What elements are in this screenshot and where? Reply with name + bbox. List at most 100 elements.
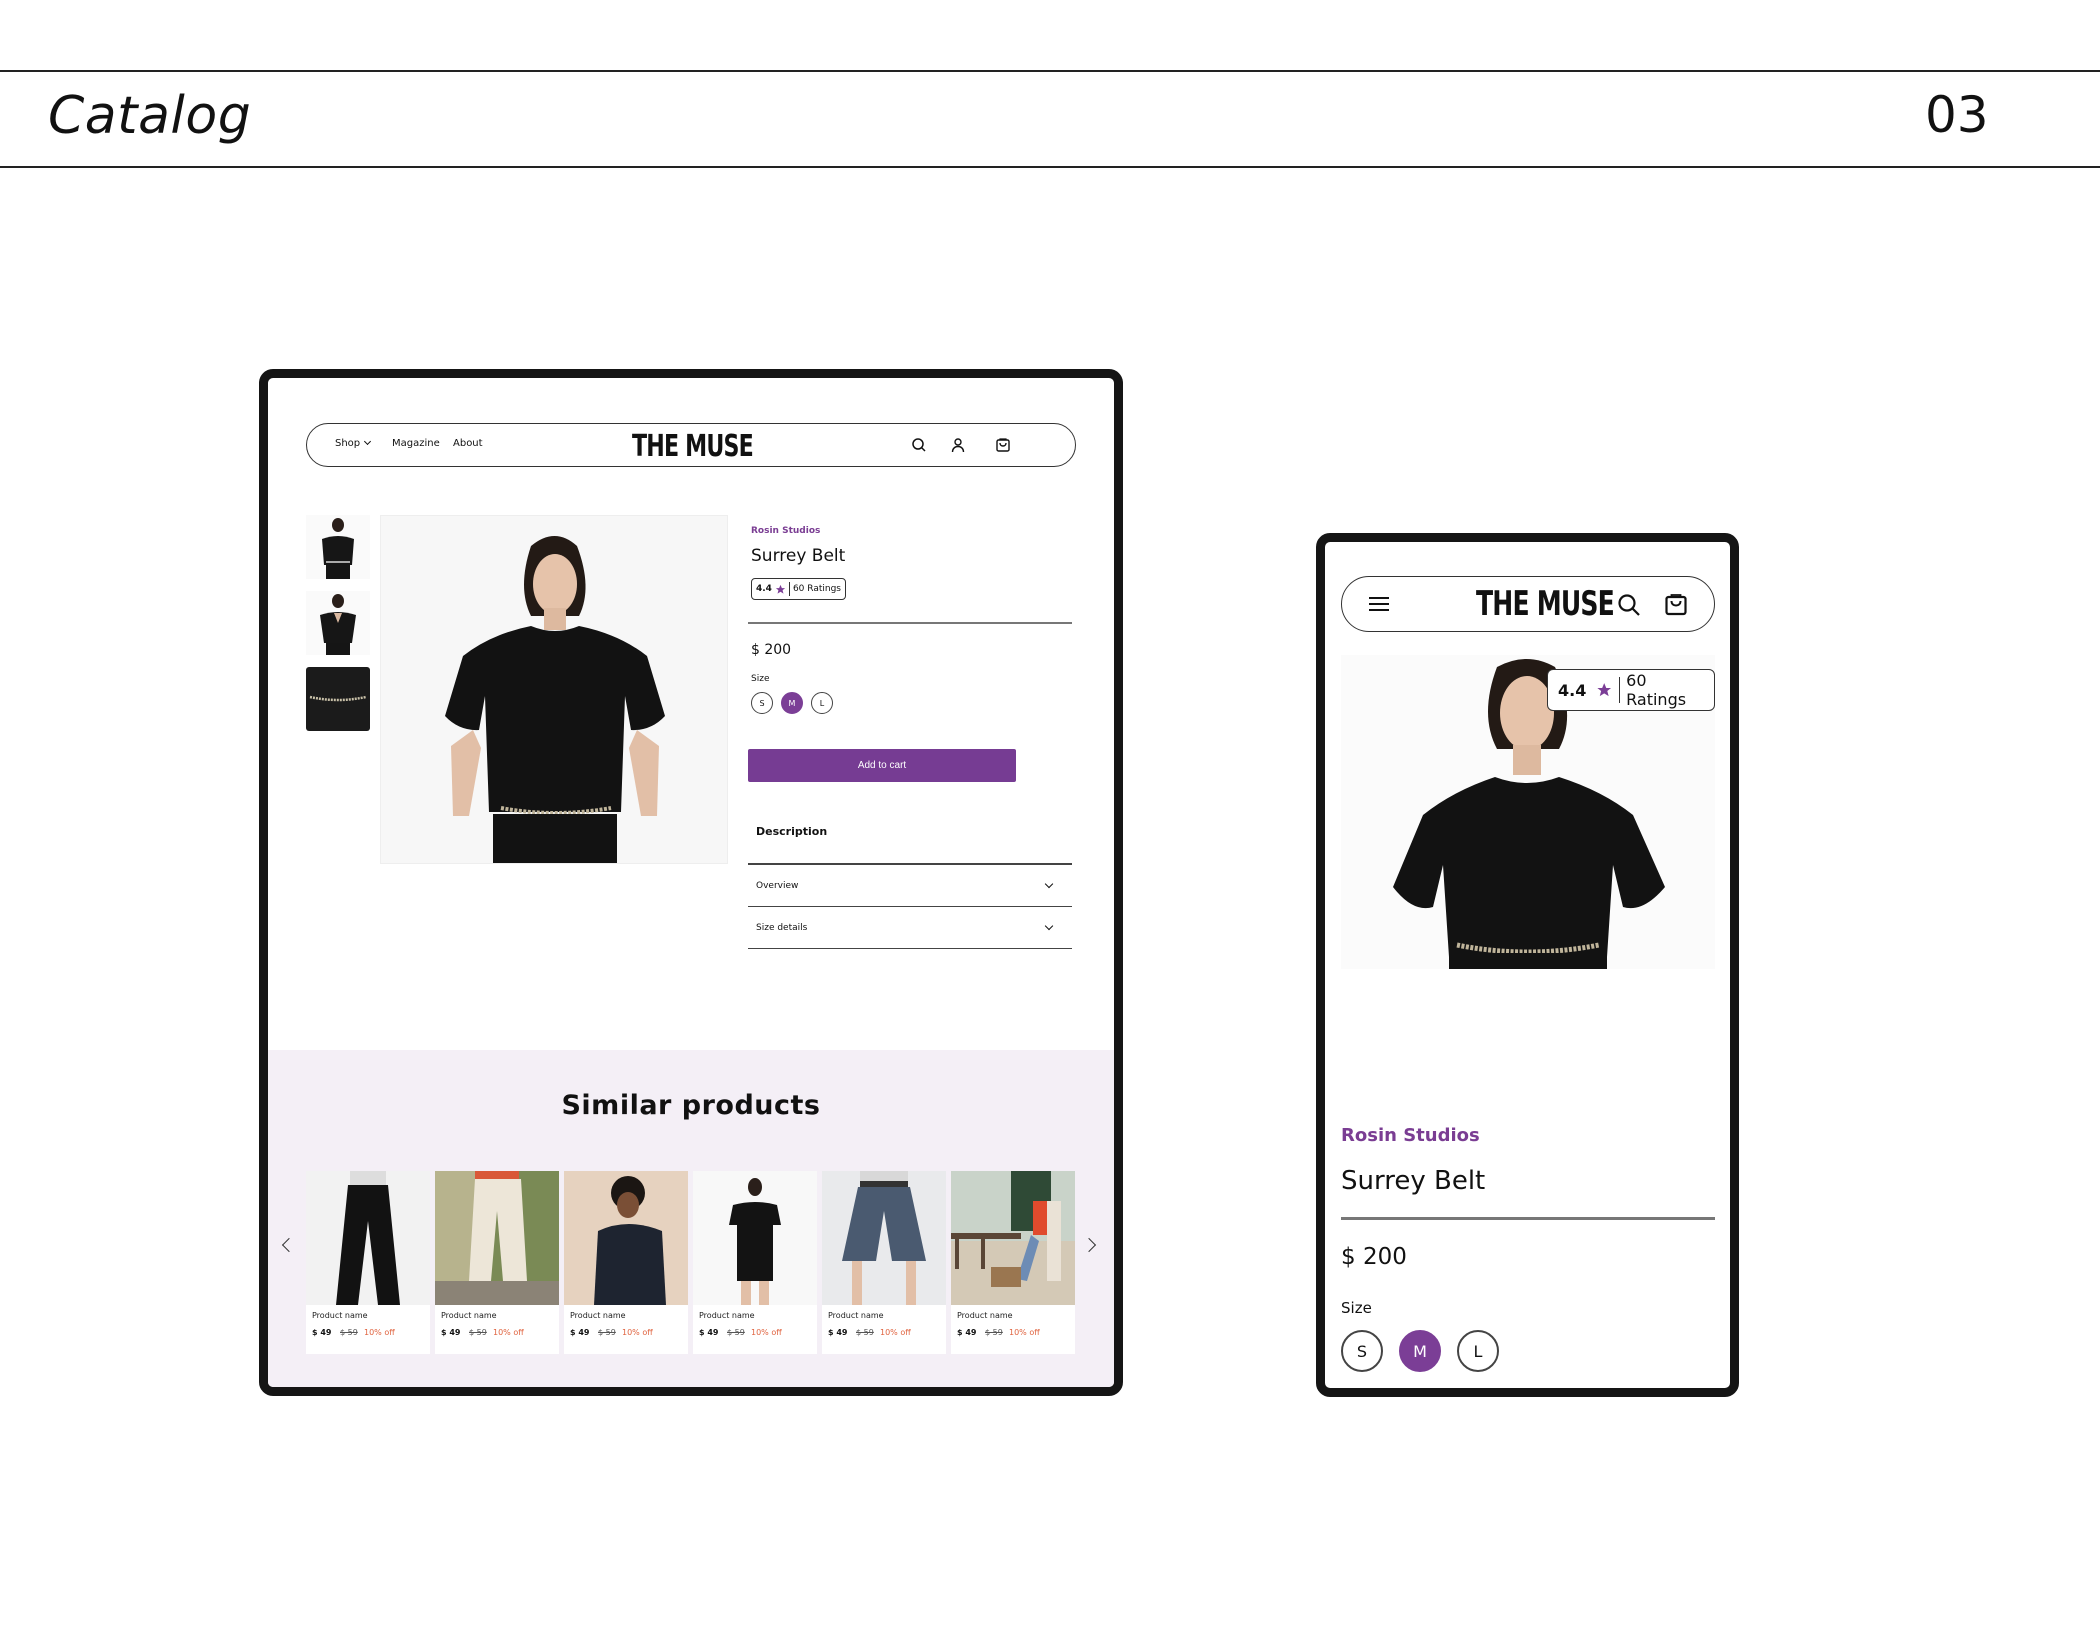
product-card-price: $ 49 — [441, 1328, 461, 1337]
accordion-label: Overview — [756, 881, 799, 891]
product-card[interactable]: Product name $ 49 $ 59 10% off — [306, 1171, 430, 1354]
product-name: Surrey Belt — [1341, 1166, 1486, 1196]
logo[interactable]: THE MUSE — [1476, 584, 1615, 624]
product-price: $ 200 — [1341, 1244, 1407, 1270]
page-number: 03 — [1925, 86, 1989, 144]
product-thumbnail — [564, 1171, 688, 1305]
rating-badge[interactable]: 4.4 60 Ratings — [1547, 669, 1715, 711]
thumbnail-belt-detail[interactable] — [306, 667, 370, 731]
thumbnail-front[interactable] — [306, 515, 370, 579]
product-card-old-price: $ 59 — [598, 1328, 616, 1337]
product-card-discount: 10% off — [493, 1328, 524, 1337]
add-to-cart-button[interactable]: Add to cart — [748, 749, 1016, 782]
product-thumbnail — [951, 1171, 1075, 1305]
rating-divider — [1618, 677, 1621, 703]
size-option-l[interactable]: L — [1457, 1330, 1499, 1372]
product-card-name: Product name — [957, 1311, 1013, 1320]
mobile-top-nav: THE MUSE — [1341, 576, 1715, 632]
product-name: Surrey Belt — [751, 546, 846, 566]
accordion-label: Size details — [756, 923, 808, 933]
header-rule — [0, 166, 2100, 168]
chevron-down-icon — [1044, 921, 1054, 931]
user-icon[interactable] — [950, 437, 966, 453]
product-card[interactable]: Product name $ 49 $ 59 10% off — [564, 1171, 688, 1354]
product-card-old-price: $ 59 — [727, 1328, 745, 1337]
rating-divider — [788, 582, 790, 596]
product-card-old-price: $ 59 — [469, 1328, 487, 1337]
product-card-name: Product name — [312, 1311, 368, 1320]
cart-icon[interactable] — [995, 436, 1011, 453]
chevron-left-icon[interactable] — [281, 1237, 297, 1253]
menu-icon[interactable] — [1368, 595, 1390, 613]
product-card-discount: 10% off — [751, 1328, 782, 1337]
product-card-discount: 10% off — [880, 1328, 911, 1337]
desktop-mockup: Shop Magazine About THE MUSE Rosin Studi… — [259, 369, 1123, 1396]
product-card-old-price: $ 59 — [340, 1328, 358, 1337]
product-card-price: $ 49 — [828, 1328, 848, 1337]
chevron-right-icon[interactable] — [1081, 1237, 1097, 1253]
product-thumbnail — [822, 1171, 946, 1305]
rating-badge[interactable]: 4.4 60 Ratings — [751, 578, 846, 600]
ratings-count: 60 Ratings — [792, 584, 841, 594]
similar-products-section: Similar products Product name $ 49 $ 59 … — [268, 1050, 1114, 1387]
product-thumbnail — [306, 1171, 430, 1305]
nav-shop[interactable]: Shop — [335, 437, 372, 449]
product-main-image — [380, 515, 728, 864]
product-card-name: Product name — [699, 1311, 755, 1320]
size-option-s[interactable]: S — [751, 692, 773, 714]
rating-value: 4.4 — [756, 584, 772, 594]
product-card-discount: 10% off — [364, 1328, 395, 1337]
product-card-old-price: $ 59 — [985, 1328, 1003, 1337]
size-option-m[interactable]: M — [1399, 1330, 1441, 1372]
chevron-down-icon — [1044, 879, 1054, 889]
divider — [1341, 1217, 1715, 1220]
product-card-price: $ 49 — [699, 1328, 719, 1337]
size-option-l[interactable]: L — [811, 692, 833, 714]
mobile-mockup: THE MUSE 4.4 60 Ratings Rosin Studios Su… — [1316, 533, 1739, 1397]
product-main-image: 4.4 60 Ratings — [1341, 655, 1715, 969]
product-card-discount: 10% off — [1009, 1328, 1040, 1337]
nav-about[interactable]: About — [453, 438, 483, 449]
product-card[interactable]: Product name $ 49 $ 59 10% off — [951, 1171, 1075, 1354]
search-icon[interactable] — [911, 437, 927, 453]
product-price: $ 200 — [751, 642, 792, 658]
section-title: Similar products — [561, 1090, 821, 1121]
accordion-overview[interactable]: Overview — [748, 865, 1072, 907]
size-label: Size — [1341, 1299, 1372, 1317]
product-card-name: Product name — [441, 1311, 497, 1320]
product-card-name: Product name — [828, 1311, 884, 1320]
star-icon — [775, 584, 786, 594]
size-option-m[interactable]: M — [781, 692, 803, 714]
product-card[interactable]: Product name $ 49 $ 59 10% off — [822, 1171, 946, 1354]
product-card-price: $ 49 — [312, 1328, 332, 1337]
product-card-old-price: $ 59 — [856, 1328, 874, 1337]
product-thumbnail — [435, 1171, 559, 1305]
size-option-s[interactable]: S — [1341, 1330, 1383, 1372]
size-label: Size — [751, 674, 770, 684]
nav-magazine[interactable]: Magazine — [392, 438, 440, 449]
product-card[interactable]: Product name $ 49 $ 59 10% off — [435, 1171, 559, 1354]
star-icon — [1597, 683, 1612, 697]
description-heading: Description — [756, 825, 828, 838]
product-card-price: $ 49 — [570, 1328, 590, 1337]
logo[interactable]: THE MUSE — [632, 429, 754, 464]
product-card-discount: 10% off — [622, 1328, 653, 1337]
search-icon[interactable] — [1617, 593, 1641, 617]
product-card[interactable]: Product name $ 49 $ 59 10% off — [693, 1171, 817, 1354]
divider — [748, 622, 1072, 624]
top-rule — [0, 70, 2100, 72]
ratings-count: 60 Ratings — [1626, 671, 1687, 709]
page-title: Catalog — [48, 86, 252, 146]
brand-name[interactable]: Rosin Studios — [1341, 1125, 1480, 1146]
brand-name[interactable]: Rosin Studios — [751, 526, 820, 536]
rating-value: 4.4 — [1558, 680, 1587, 700]
accordion-size-details[interactable]: Size details — [748, 907, 1072, 949]
chevron-down-icon — [364, 437, 372, 446]
product-card-price: $ 49 — [957, 1328, 977, 1337]
cart-icon[interactable] — [1664, 591, 1688, 617]
nav-shop-label: Shop — [335, 438, 361, 449]
product-thumbnail — [693, 1171, 817, 1305]
product-card-name: Product name — [570, 1311, 626, 1320]
top-nav: Shop Magazine About THE MUSE — [306, 423, 1076, 467]
thumbnail-back[interactable] — [306, 591, 370, 655]
